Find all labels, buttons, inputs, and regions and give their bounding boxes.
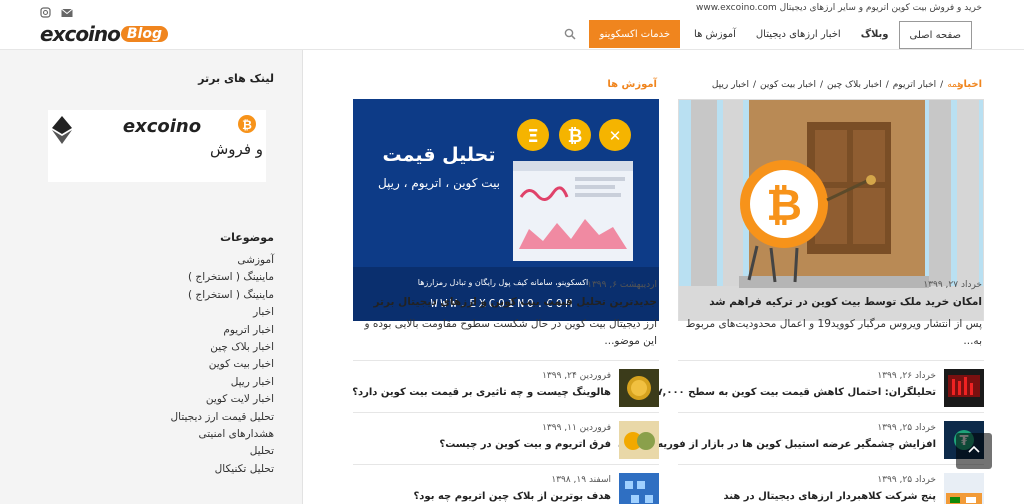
news-item-date: خرداد ۲۵, ۱۳۹۹ bbox=[877, 475, 936, 485]
top-strip: خرید و فروش بیت کوین اتریوم و سایر ارزها… bbox=[0, 0, 1024, 18]
filter-ethereum-news[interactable]: اخبار اتریوم bbox=[893, 80, 936, 90]
news-item-title[interactable]: تحلیلگران: احتمال کاهش قیمت بیت کوین به … bbox=[635, 387, 936, 398]
nav-home[interactable]: صفحه اصلی bbox=[898, 21, 972, 49]
scroll-to-top-button[interactable] bbox=[956, 433, 992, 469]
filter-ripple-news[interactable]: اخبار ریپل bbox=[712, 80, 749, 90]
education-thumb[interactable] bbox=[619, 473, 659, 504]
education-item-title[interactable]: فرق اتریوم و بیت کوین در چیست؟ bbox=[439, 439, 611, 450]
education-thumb[interactable] bbox=[619, 421, 659, 459]
banner-text: خرید و فروش bbox=[210, 140, 266, 158]
news-thumb[interactable] bbox=[944, 473, 984, 504]
news-featured-date: خرداد ۲۷, ۱۳۹۹ bbox=[923, 280, 982, 290]
category-list: آموزشی ماینینگ ( استخراج ) ماینینگ ( است… bbox=[171, 252, 274, 478]
category-link[interactable]: اخبار بلاک چین bbox=[171, 339, 274, 356]
topics-heading: موضوعات bbox=[220, 231, 274, 244]
education-thumb[interactable] bbox=[619, 369, 659, 407]
nav-crypto-news[interactable]: اخبار ارزهای دیجیتال bbox=[746, 18, 851, 50]
social-links bbox=[40, 3, 73, 18]
site-logo[interactable]: excoino Blog bbox=[40, 22, 169, 46]
news-featured-excerpt: پس از انتشار ویروس مرگبار کووید19 و اعما… bbox=[685, 318, 982, 347]
category-link[interactable]: اخبار bbox=[171, 304, 274, 321]
svg-text:Ξ: Ξ bbox=[527, 126, 538, 147]
filter-all[interactable]: همه bbox=[947, 80, 962, 90]
education-item-date: فروردین ۲۴, ۱۳۹۹ bbox=[542, 371, 611, 381]
category-link[interactable]: هشدارهای امنیتی bbox=[171, 426, 275, 443]
category-link[interactable]: تحلیل bbox=[171, 443, 274, 460]
list-item[interactable]: فروردین ۱۱, ۱۳۹۹ فرق اتریوم و بیت کوین د… bbox=[353, 412, 659, 464]
category-link[interactable]: تحلیل تکنیکال bbox=[171, 461, 274, 478]
nav-services-button[interactable]: خدمات اکسکوینو bbox=[589, 20, 681, 48]
news-item-title[interactable]: افزایش چشمگیر عرضه استیبل کوین ها در باز… bbox=[618, 439, 936, 450]
news-item-date: خرداد ۲۵, ۱۳۹۹ bbox=[877, 423, 936, 433]
logo-blog-badge: Blog bbox=[120, 26, 169, 42]
nav-blog[interactable]: وبلاگ bbox=[851, 18, 899, 50]
category-link[interactable]: تحلیل قیمت ارز دیجیتال bbox=[171, 409, 274, 426]
list-item[interactable]: اسفند ۱۹, ۱۳۹۸ هدف بوترین از بلاک چین ات… bbox=[353, 464, 659, 504]
category-link[interactable]: آموزشی bbox=[171, 252, 274, 269]
top-links-heading: لینک های برتر bbox=[198, 72, 274, 85]
excoino-banner[interactable]: ₿ excoino خرید و فروش bbox=[48, 110, 297, 182]
category-link[interactable]: اخبار اتریوم bbox=[171, 322, 274, 339]
svg-text:₿: ₿ bbox=[766, 180, 802, 231]
education-item-date: اسفند ۱۹, ۱۳۹۸ bbox=[551, 475, 611, 485]
category-link[interactable]: اخبار لایت کوین bbox=[171, 391, 274, 408]
list-item[interactable]: خرداد ۲۶, ۱۳۹۹ تحلیلگران: احتمال کاهش قی… bbox=[635, 360, 984, 412]
mail-icon[interactable] bbox=[61, 3, 73, 17]
logo-text: excoino bbox=[40, 22, 121, 46]
site-tagline: خرید و فروش بیت کوین اتریوم و سایر ارزها… bbox=[696, 3, 982, 13]
main-content: اخبار همه / اخبار اتریوم / اخبار بلاک چین /… bbox=[302, 50, 1024, 504]
education-featured-excerpt: ارز دیجیتال بیت کوین در حال شکست سطوح مق… bbox=[364, 318, 657, 347]
list-item[interactable]: فروردین ۲۴, ۱۳۹۹ هالوینگ چیست و چه تاثیر… bbox=[352, 360, 659, 412]
news-item-title[interactable]: پنج شرکت کلاهبردار ارزهای دیجیتال در هند bbox=[723, 491, 936, 502]
svg-text:₿: ₿ bbox=[242, 118, 252, 132]
svg-text:₿: ₿ bbox=[568, 126, 583, 147]
news-item-date: خرداد ۲۶, ۱۳۹۹ bbox=[877, 371, 936, 381]
news-thumb[interactable] bbox=[944, 369, 984, 407]
image-subtitle: بیت کوین ، اتریوم ، ریپل bbox=[378, 176, 500, 191]
main-nav: صفحه اصلی وبلاگ اخبار ارزهای دیجیتال آمو… bbox=[555, 18, 972, 50]
category-link[interactable]: ماینینگ ( استخراج ) bbox=[171, 287, 274, 304]
filter-blockchain-news[interactable]: اخبار بلاک چین bbox=[827, 80, 882, 90]
education-item-title[interactable]: هالوینگ چیست و چه تاثیری بر قیمت بیت کوی… bbox=[352, 387, 611, 398]
list-item[interactable]: خرداد ۲۵, ۱۳۹۹ پنج شرکت کلاهبردار ارزهای… bbox=[678, 464, 984, 504]
banner-logo: excoino bbox=[123, 116, 201, 137]
news-category-filter: همه / اخبار اتریوم / اخبار بلاک چین / اخبار… bbox=[711, 80, 962, 90]
news-featured-title[interactable]: امکان خرید ملک توسط بیت کوین در ترکیه فر… bbox=[676, 296, 982, 308]
category-link[interactable]: اخبار بیت کوین bbox=[171, 356, 274, 373]
filter-bitcoin-news[interactable]: اخبار بیت کوین bbox=[760, 80, 816, 90]
list-item[interactable]: ₮ خرداد ۲۵, ۱۳۹۹ افزایش چشمگیر عرضه استی… bbox=[618, 412, 984, 464]
education-item-date: فروردین ۱۱, ۱۳۹۹ bbox=[542, 423, 611, 433]
category-link[interactable]: اخبار ریپل bbox=[171, 374, 274, 391]
education-featured-title[interactable]: جدیدترین تحلیل قیمت بیت کوین و ارزهای دی… bbox=[351, 296, 657, 308]
chevron-up-icon bbox=[968, 445, 980, 453]
image-title: تحلیل قیمت bbox=[383, 144, 496, 166]
category-link[interactable]: ماینینگ ( استخراج ) bbox=[171, 269, 274, 286]
svg-text:✕: ✕ bbox=[609, 127, 622, 145]
education-featured-date: اردیبهشت ۶, ۱۳۹۹ bbox=[587, 280, 657, 290]
search-icon[interactable] bbox=[555, 18, 585, 50]
education-heading[interactable]: آموزش ها bbox=[607, 79, 657, 90]
instagram-icon[interactable] bbox=[40, 3, 51, 18]
site-header: excoino Blog صفحه اصلی وبلاگ اخبار ارزها… bbox=[0, 18, 1024, 50]
education-item-title[interactable]: هدف بوترین از بلاک چین اتریوم چه بود؟ bbox=[414, 491, 612, 502]
nav-education[interactable]: آموزش ها bbox=[684, 18, 746, 50]
